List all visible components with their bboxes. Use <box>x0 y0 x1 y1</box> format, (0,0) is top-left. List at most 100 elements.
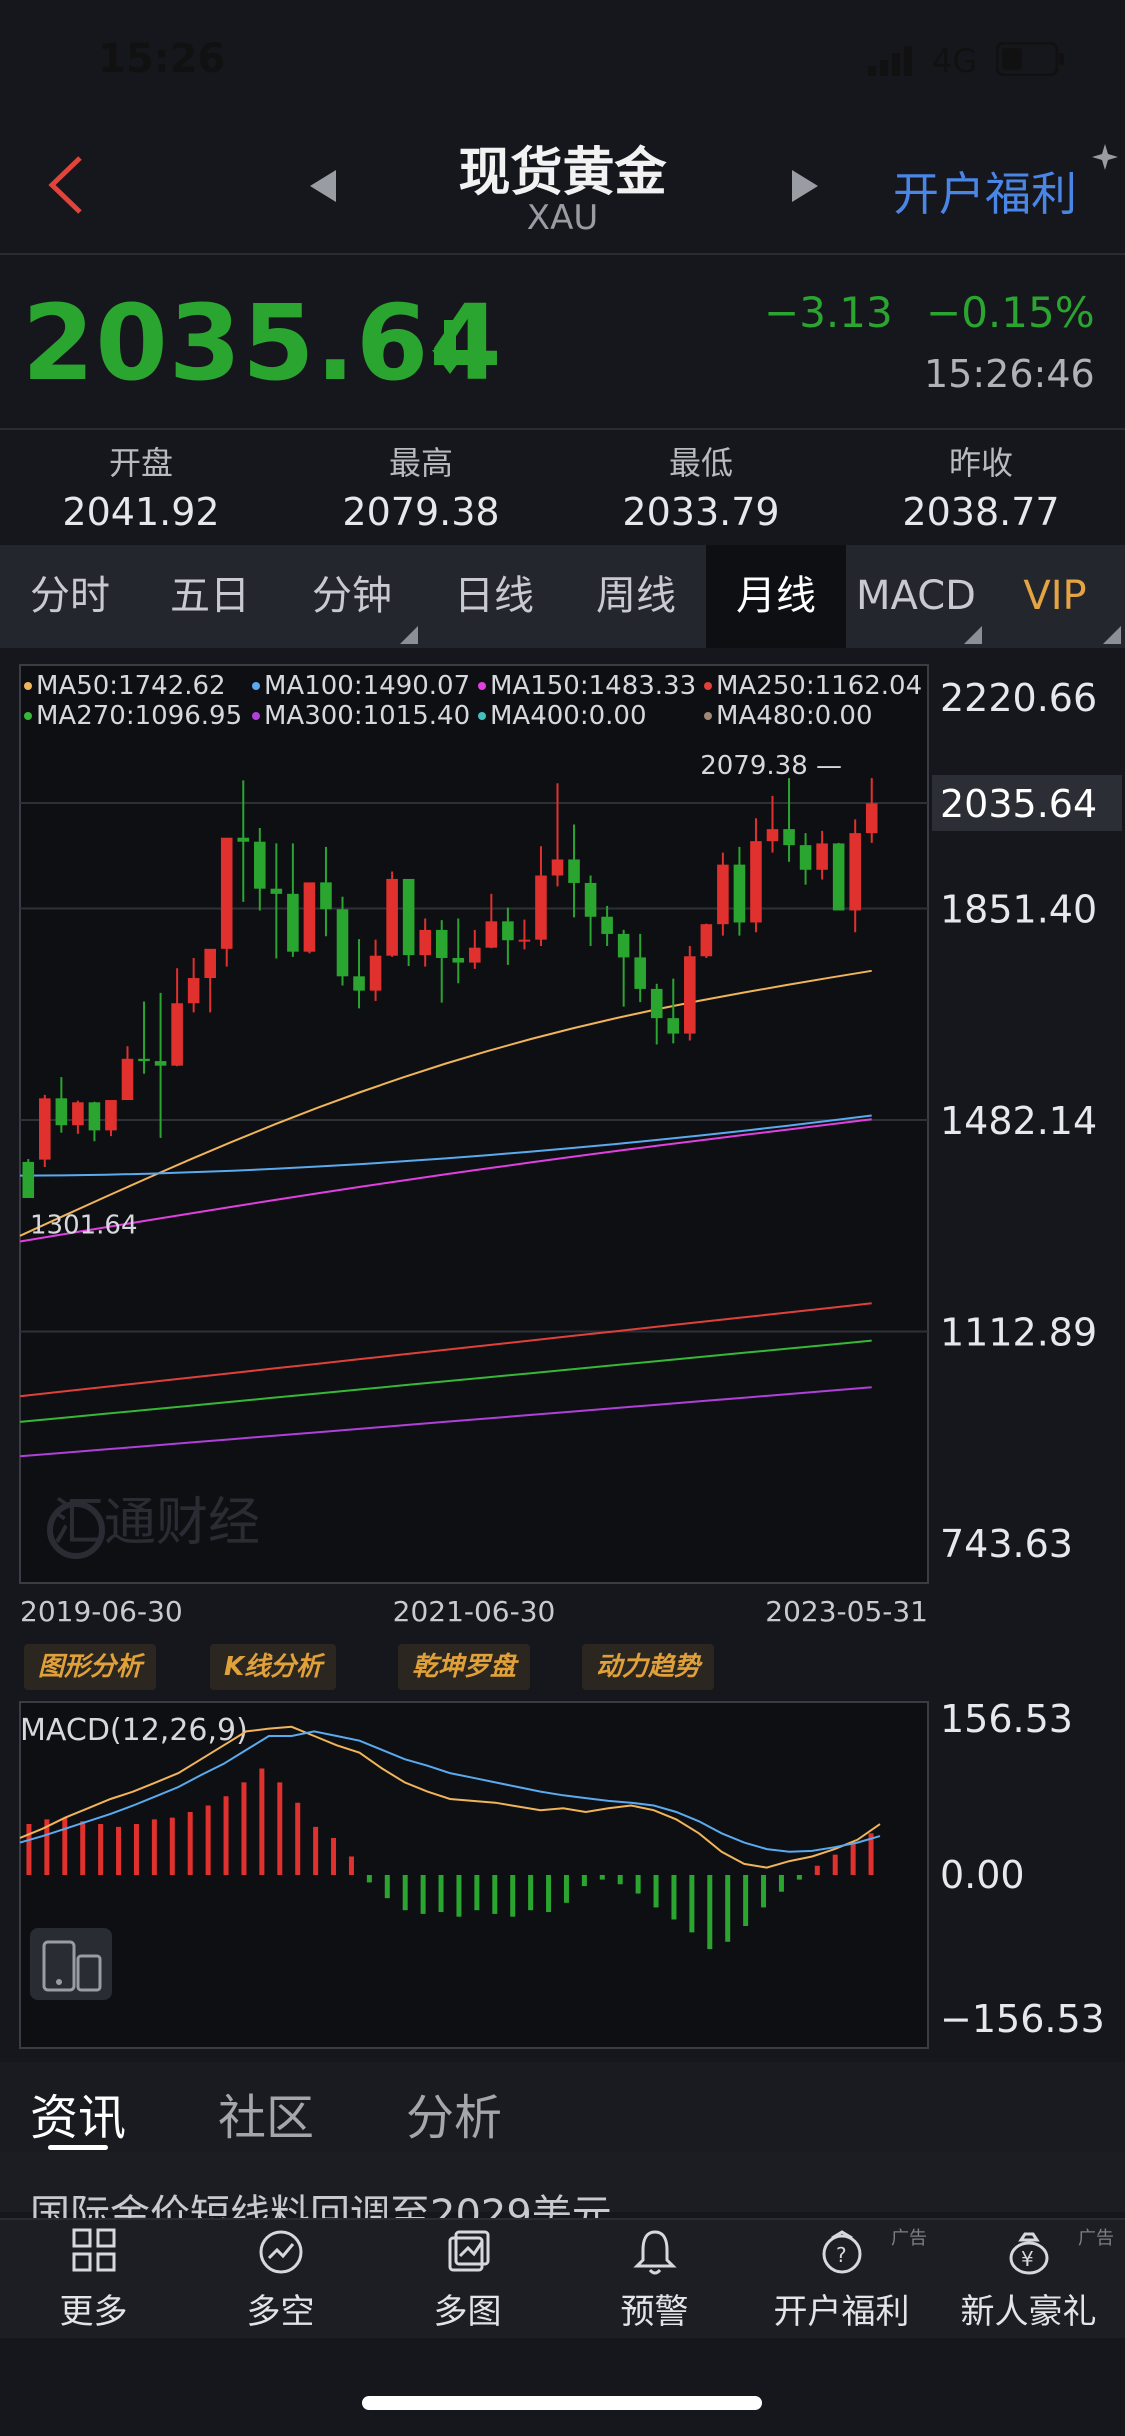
candle <box>402 878 415 967</box>
price-chart[interactable]: 汇通财经 2079.38 —1301.64 2220.662035.641851… <box>0 650 1125 1650</box>
header-divider <box>0 253 1125 255</box>
candle-body <box>402 878 415 956</box>
stat-label: 开盘 <box>108 444 173 482</box>
candle-body <box>684 956 696 1034</box>
quote-time: 15:26:46 <box>924 352 1095 396</box>
next-instrument-button[interactable] <box>786 168 822 208</box>
dropdown-corner-icon <box>964 626 982 644</box>
legend-dot <box>704 712 712 720</box>
ad-label: 广告 <box>1078 2228 1114 2249</box>
tool-button-momentum[interactable]: 动力趋势 <box>582 1644 715 1690</box>
candle-body <box>171 1003 183 1066</box>
candle-body <box>865 803 878 834</box>
svg-text:?: ? <box>836 2243 847 2267</box>
trend-circle-icon <box>187 2228 374 2280</box>
nav-alert[interactable]: 预警 <box>561 2218 748 2336</box>
candle-body <box>783 829 795 846</box>
y-tick-label: 1482.14 <box>940 1099 1097 1143</box>
legend-dot <box>478 682 486 690</box>
tab-monthly[interactable]: 月线 <box>706 545 846 648</box>
nav-label: 更多 <box>59 2292 128 2332</box>
home-indicator[interactable] <box>362 2396 762 2410</box>
legend-label: MA250:1162.04 <box>716 671 922 701</box>
stat-value: 2079.38 <box>342 490 500 534</box>
candle-body <box>733 864 746 923</box>
tool-button-pattern-analysis[interactable]: 图形分析 <box>24 1644 157 1690</box>
tab-five-day[interactable]: 五日 <box>140 545 280 648</box>
candle <box>684 945 696 1041</box>
stat-prev-close: 昨收 2038.77 <box>840 438 1122 534</box>
tab-analysis[interactable]: 分析 <box>406 2078 502 2148</box>
status-time: 15:26 <box>98 36 226 82</box>
candle-body <box>551 859 564 876</box>
fullscreen-button[interactable] <box>30 1928 112 2000</box>
candle-body <box>452 957 465 963</box>
x-tick-label: 2021-06-30 <box>393 1595 556 1628</box>
legend-dot <box>478 712 486 720</box>
nav-multi-chart[interactable]: 多图 <box>374 2218 561 2336</box>
legend-dot <box>704 682 712 690</box>
candle-body <box>568 859 580 883</box>
candle-body <box>617 933 630 958</box>
candle <box>832 842 845 911</box>
status-bar: 15:26 4G <box>0 0 1125 120</box>
candle-body <box>650 988 663 1019</box>
candle-body <box>121 1058 134 1101</box>
tab-community[interactable]: 社区 <box>218 2078 314 2148</box>
y-tick-label: 1851.40 <box>940 888 1097 932</box>
candle-body <box>55 1098 68 1126</box>
bell-icon <box>561 2228 748 2280</box>
candle <box>22 1159 35 1198</box>
candle-body <box>601 916 613 934</box>
macd-title: MACD(12,26,9) <box>20 1713 248 1748</box>
legend-label: MA50:1742.62 <box>36 671 226 701</box>
news-list: 国际金价短线料回调至2029美元 <box>0 2152 1125 2238</box>
stat-label: 最高 <box>388 444 453 482</box>
nav-label: 开户福利 <box>773 2292 910 2332</box>
legend-label: MA100:1490.07 <box>264 671 470 701</box>
macd-y-tick-label: 0.00 <box>940 1853 1025 1897</box>
y-tick-label: 743.63 <box>940 1522 1073 1566</box>
macd-chart[interactable]: MACD(12,26,9) 156.53 0.00 −156.53 <box>0 1700 1125 2060</box>
tab-weekly[interactable]: 周线 <box>566 545 706 648</box>
candle <box>386 871 398 957</box>
candle <box>303 882 316 954</box>
nav-open-account[interactable]: 广告 ? 开户福利 <box>748 2218 935 2336</box>
stat-open: 开盘 2041.92 <box>0 438 282 534</box>
nav-new-user-gift[interactable]: 广告 ¥ 新人豪礼 <box>935 2218 1122 2336</box>
candle-body <box>832 843 845 911</box>
tab-daily[interactable]: 日线 <box>424 545 564 648</box>
candle-body <box>237 837 250 842</box>
candle-body <box>187 978 200 1004</box>
open-account-promo-link[interactable]: 开户福利 <box>893 158 1077 224</box>
candle-body <box>386 878 398 956</box>
tool-button-kline-analysis[interactable]: K线分析 <box>210 1644 337 1690</box>
tool-button-compass[interactable]: 乾坤罗盘 <box>398 1644 531 1690</box>
stat-value: 2033.79 <box>622 490 780 534</box>
nav-label: 多图 <box>433 2292 502 2332</box>
candle-body <box>287 893 299 952</box>
dropdown-corner-icon <box>1103 626 1121 644</box>
tab-macd[interactable]: MACD <box>846 545 986 648</box>
grid-icon <box>0 2228 187 2280</box>
news-tab-bar <box>0 2062 1125 2152</box>
candle <box>717 852 729 936</box>
nav-more[interactable]: 更多 <box>0 2218 187 2336</box>
x-tick-label: 2019-06-30 <box>20 1595 183 1628</box>
legend-dot <box>24 682 32 690</box>
macd-y-tick-label: 156.53 <box>940 1700 1073 1741</box>
triangle-right-icon <box>792 170 818 202</box>
nav-long-short[interactable]: 多空 <box>187 2218 374 2336</box>
legend-label: MA480:0.00 <box>716 701 873 731</box>
candle <box>220 837 233 967</box>
tab-label: MACD <box>856 573 976 619</box>
x-tick-label: 2023-05-31 <box>765 1595 928 1628</box>
candle-body <box>435 929 448 958</box>
candle-body <box>22 1161 35 1198</box>
tab-vip[interactable]: VIP <box>985 545 1125 648</box>
tab-minute[interactable]: 分钟 <box>282 545 422 648</box>
tab-intraday[interactable]: 分时 <box>0 545 140 648</box>
tab-label: 五日 <box>170 573 250 619</box>
tab-news[interactable]: 资讯 <box>30 2078 126 2148</box>
candle-body <box>105 1100 117 1131</box>
